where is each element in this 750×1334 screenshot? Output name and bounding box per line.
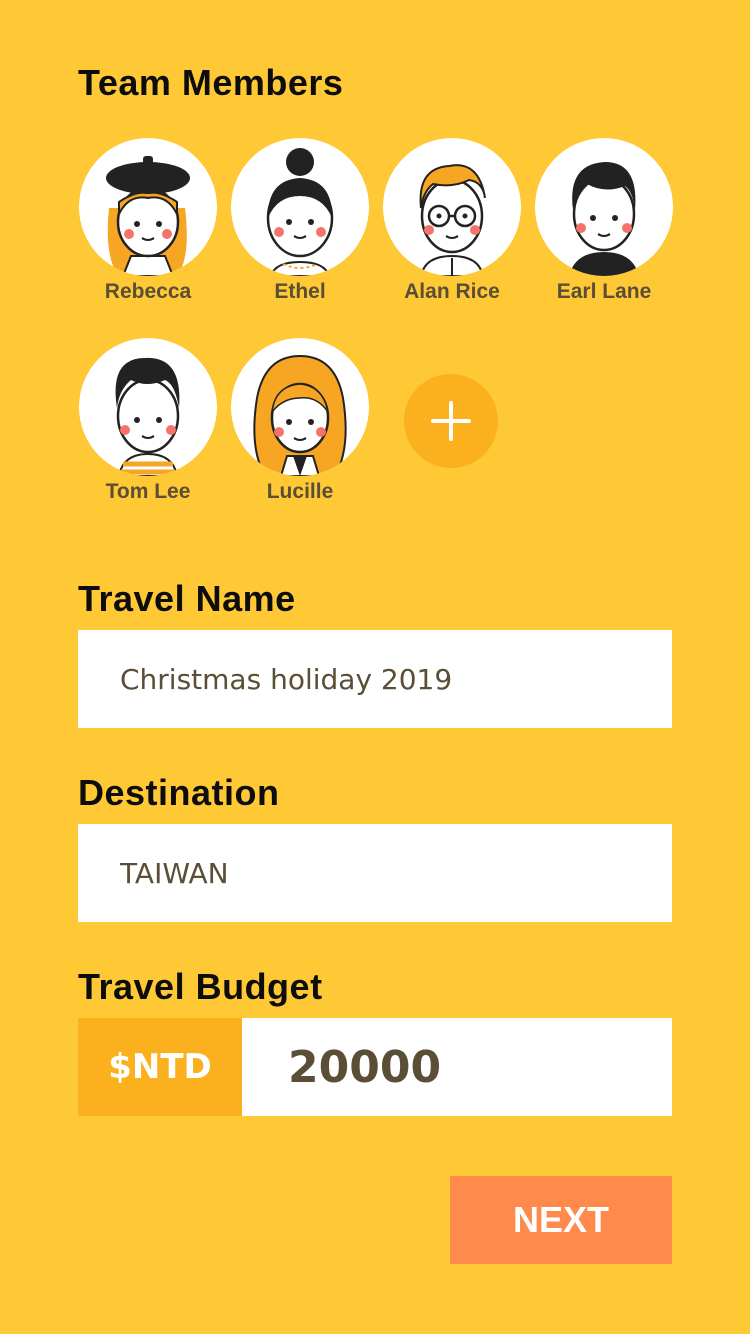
member-tom-lee[interactable]: Tom Lee <box>73 338 223 504</box>
plus-icon <box>431 401 471 441</box>
travel-name-label: Travel Name <box>78 578 296 619</box>
destination-field-container <box>78 824 672 922</box>
travel-name-field-container <box>78 630 672 728</box>
travel-budget-label: Travel Budget <box>78 966 323 1007</box>
destination-label: Destination <box>78 772 280 813</box>
budget-field-container <box>242 1018 672 1116</box>
budget-input[interactable] <box>242 1018 672 1116</box>
member-name: Alan Rice <box>404 280 500 303</box>
avatar-boy-glasses-icon <box>383 138 521 276</box>
team-members-title: Team Members <box>78 62 344 103</box>
member-name: Ethel <box>274 280 326 303</box>
member-alan-rice[interactable]: Alan Rice <box>377 138 527 304</box>
add-member-button[interactable] <box>404 374 498 468</box>
member-name: Tom Lee <box>105 480 191 503</box>
member-name: Earl Lane <box>556 280 652 303</box>
avatar-girl-curly-hair-icon <box>231 338 369 476</box>
member-lucille[interactable]: Lucille <box>225 338 375 504</box>
currency-badge: $NTD <box>78 1018 242 1116</box>
travel-name-input[interactable] <box>78 630 672 728</box>
next-button[interactable]: NEXT <box>450 1176 672 1264</box>
member-name: Lucille <box>266 480 334 503</box>
avatar-girl-beret-icon <box>79 138 217 276</box>
member-name: Rebecca <box>104 280 192 303</box>
member-earl-lane[interactable]: Earl Lane <box>529 138 679 304</box>
avatar-boy-striped-shirt-icon <box>79 338 217 476</box>
member-ethel[interactable]: Ethel <box>225 138 375 304</box>
avatar-boy-black-shirt-icon <box>535 138 673 276</box>
avatar-girl-bun-icon <box>231 138 369 276</box>
member-rebecca[interactable]: Rebecca <box>73 138 223 304</box>
destination-input[interactable] <box>78 824 672 922</box>
